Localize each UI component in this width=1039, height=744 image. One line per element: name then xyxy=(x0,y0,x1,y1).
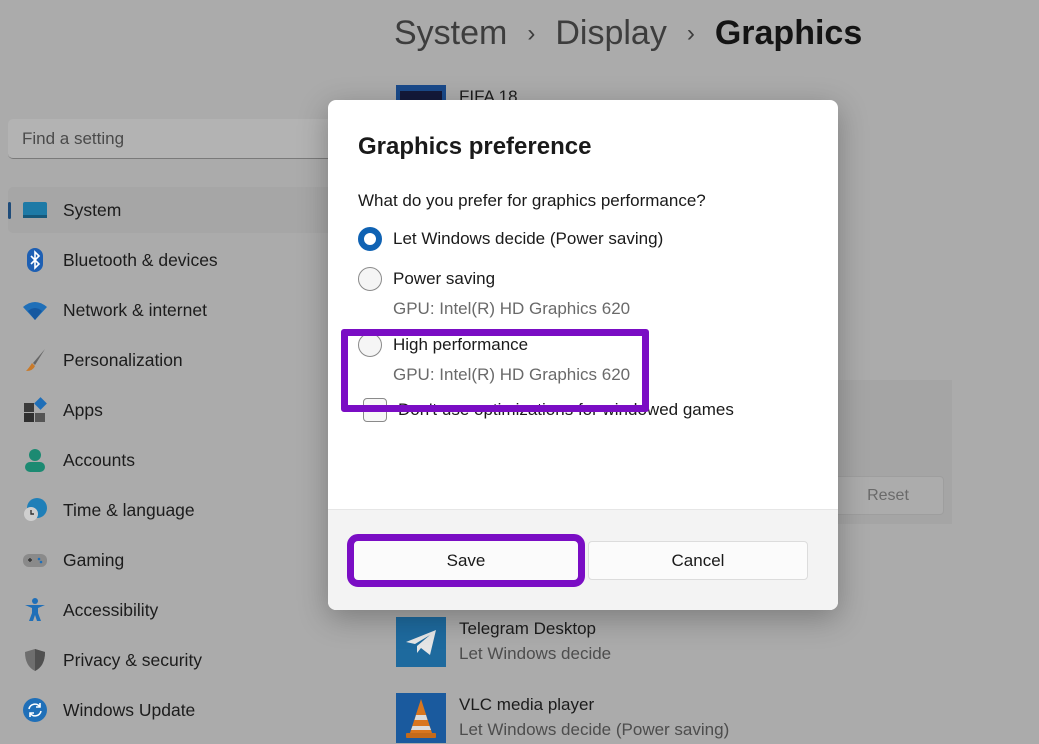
search-input[interactable]: Find a setting xyxy=(8,119,338,159)
sidebar-item-network[interactable]: Network & internet xyxy=(8,287,338,333)
sidebar-item-label: Privacy & security xyxy=(63,649,203,670)
page-title: Graphics xyxy=(714,14,863,52)
sidebar-item-accounts[interactable]: Accounts xyxy=(8,437,338,483)
sidebar-item-time-language[interactable]: Time & language xyxy=(8,487,338,533)
sidebar-item-privacy[interactable]: Privacy & security xyxy=(8,637,338,683)
chevron-right-icon: › xyxy=(527,19,536,47)
dialog-footer: Save Cancel xyxy=(328,509,838,610)
bluetooth-icon xyxy=(22,247,48,273)
sidebar-item-label: Accounts xyxy=(63,449,135,470)
sidebar-item-system[interactable]: System xyxy=(8,187,338,233)
chevron-right-icon: › xyxy=(686,19,695,47)
breadcrumb-system[interactable]: System xyxy=(394,14,507,53)
dialog-title: Graphics preference xyxy=(358,133,592,160)
apps-icon xyxy=(22,397,48,423)
vlc-icon xyxy=(396,693,446,743)
system-icon xyxy=(22,197,48,223)
paintbrush-icon xyxy=(22,347,48,373)
sidebar-item-gaming[interactable]: Gaming xyxy=(8,537,338,583)
app-list-item[interactable]: Telegram Desktop Let Windows decide xyxy=(396,617,611,667)
radio-high-performance[interactable] xyxy=(358,332,382,357)
option-power-saving[interactable]: Power saving GPU: Intel(R) HD Graphics 6… xyxy=(358,264,808,319)
checkbox-label: Don't use optimizations for windowed gam… xyxy=(398,400,734,419)
reset-button[interactable]: Reset xyxy=(832,476,944,515)
sidebar-item-label: Windows Update xyxy=(63,699,196,720)
telegram-icon xyxy=(396,617,446,667)
app-name: Telegram Desktop xyxy=(459,619,597,638)
option-let-windows-decide[interactable]: Let Windows decide (Power saving) xyxy=(358,224,808,253)
dialog-question: What do you prefer for graphics performa… xyxy=(358,191,706,210)
radio-label: Let Windows decide (Power saving) xyxy=(393,228,664,248)
sidebar-item-label: Gaming xyxy=(63,549,125,570)
option-high-performance[interactable]: High performance GPU: Intel(R) HD Graphi… xyxy=(358,330,808,385)
windowed-games-option[interactable]: Don't use optimizations for windowed gam… xyxy=(363,398,808,422)
time-language-icon xyxy=(22,497,48,523)
breadcrumb-display[interactable]: Display xyxy=(555,14,666,53)
radio-let-windows-decide[interactable] xyxy=(358,226,382,251)
sidebar-item-label: System xyxy=(63,199,122,220)
sidebar-item-apps[interactable]: Apps xyxy=(8,387,338,433)
sidebar-item-accessibility[interactable]: Accessibility xyxy=(8,587,338,633)
sidebar: System Bluetooth & devices Network & int… xyxy=(8,187,338,737)
accounts-icon xyxy=(22,447,48,473)
sidebar-item-windows-update[interactable]: Windows Update xyxy=(8,687,338,733)
radio-label: Power saving xyxy=(393,268,496,288)
sidebar-item-label: Personalization xyxy=(63,349,183,370)
breadcrumb: System › Display › Graphics xyxy=(394,14,862,53)
sidebar-item-label: Network & internet xyxy=(63,299,207,320)
selected-indicator xyxy=(8,202,11,219)
sidebar-item-label: Accessibility xyxy=(63,599,159,620)
shield-icon xyxy=(22,647,48,673)
gamepad-icon xyxy=(22,547,48,573)
app-name: VLC media player xyxy=(459,695,595,714)
graphics-preference-dialog: Graphics preference What do you prefer f… xyxy=(328,100,838,610)
gpu-label: GPU: Intel(R) HD Graphics 620 xyxy=(393,299,631,318)
sidebar-item-label: Bluetooth & devices xyxy=(63,249,218,270)
sidebar-item-personalization[interactable]: Personalization xyxy=(8,337,338,383)
save-button[interactable]: Save xyxy=(347,534,585,587)
sidebar-item-bluetooth[interactable]: Bluetooth & devices xyxy=(8,237,338,283)
sidebar-item-label: Apps xyxy=(63,399,103,420)
radio-power-saving[interactable] xyxy=(358,266,382,291)
app-list-item[interactable]: VLC media player Let Windows decide (Pow… xyxy=(396,693,729,743)
radio-label: High performance xyxy=(393,334,529,354)
gpu-label: GPU: Intel(R) HD Graphics 620 xyxy=(393,365,631,384)
app-preference: Let Windows decide (Power saving) xyxy=(459,720,730,739)
cancel-button[interactable]: Cancel xyxy=(588,541,808,580)
accessibility-icon xyxy=(22,597,48,623)
windowed-games-checkbox[interactable] xyxy=(363,398,387,422)
windows-update-icon xyxy=(22,697,48,723)
app-preference: Let Windows decide xyxy=(459,644,612,663)
wifi-icon xyxy=(22,297,48,323)
sidebar-item-label: Time & language xyxy=(63,499,195,520)
